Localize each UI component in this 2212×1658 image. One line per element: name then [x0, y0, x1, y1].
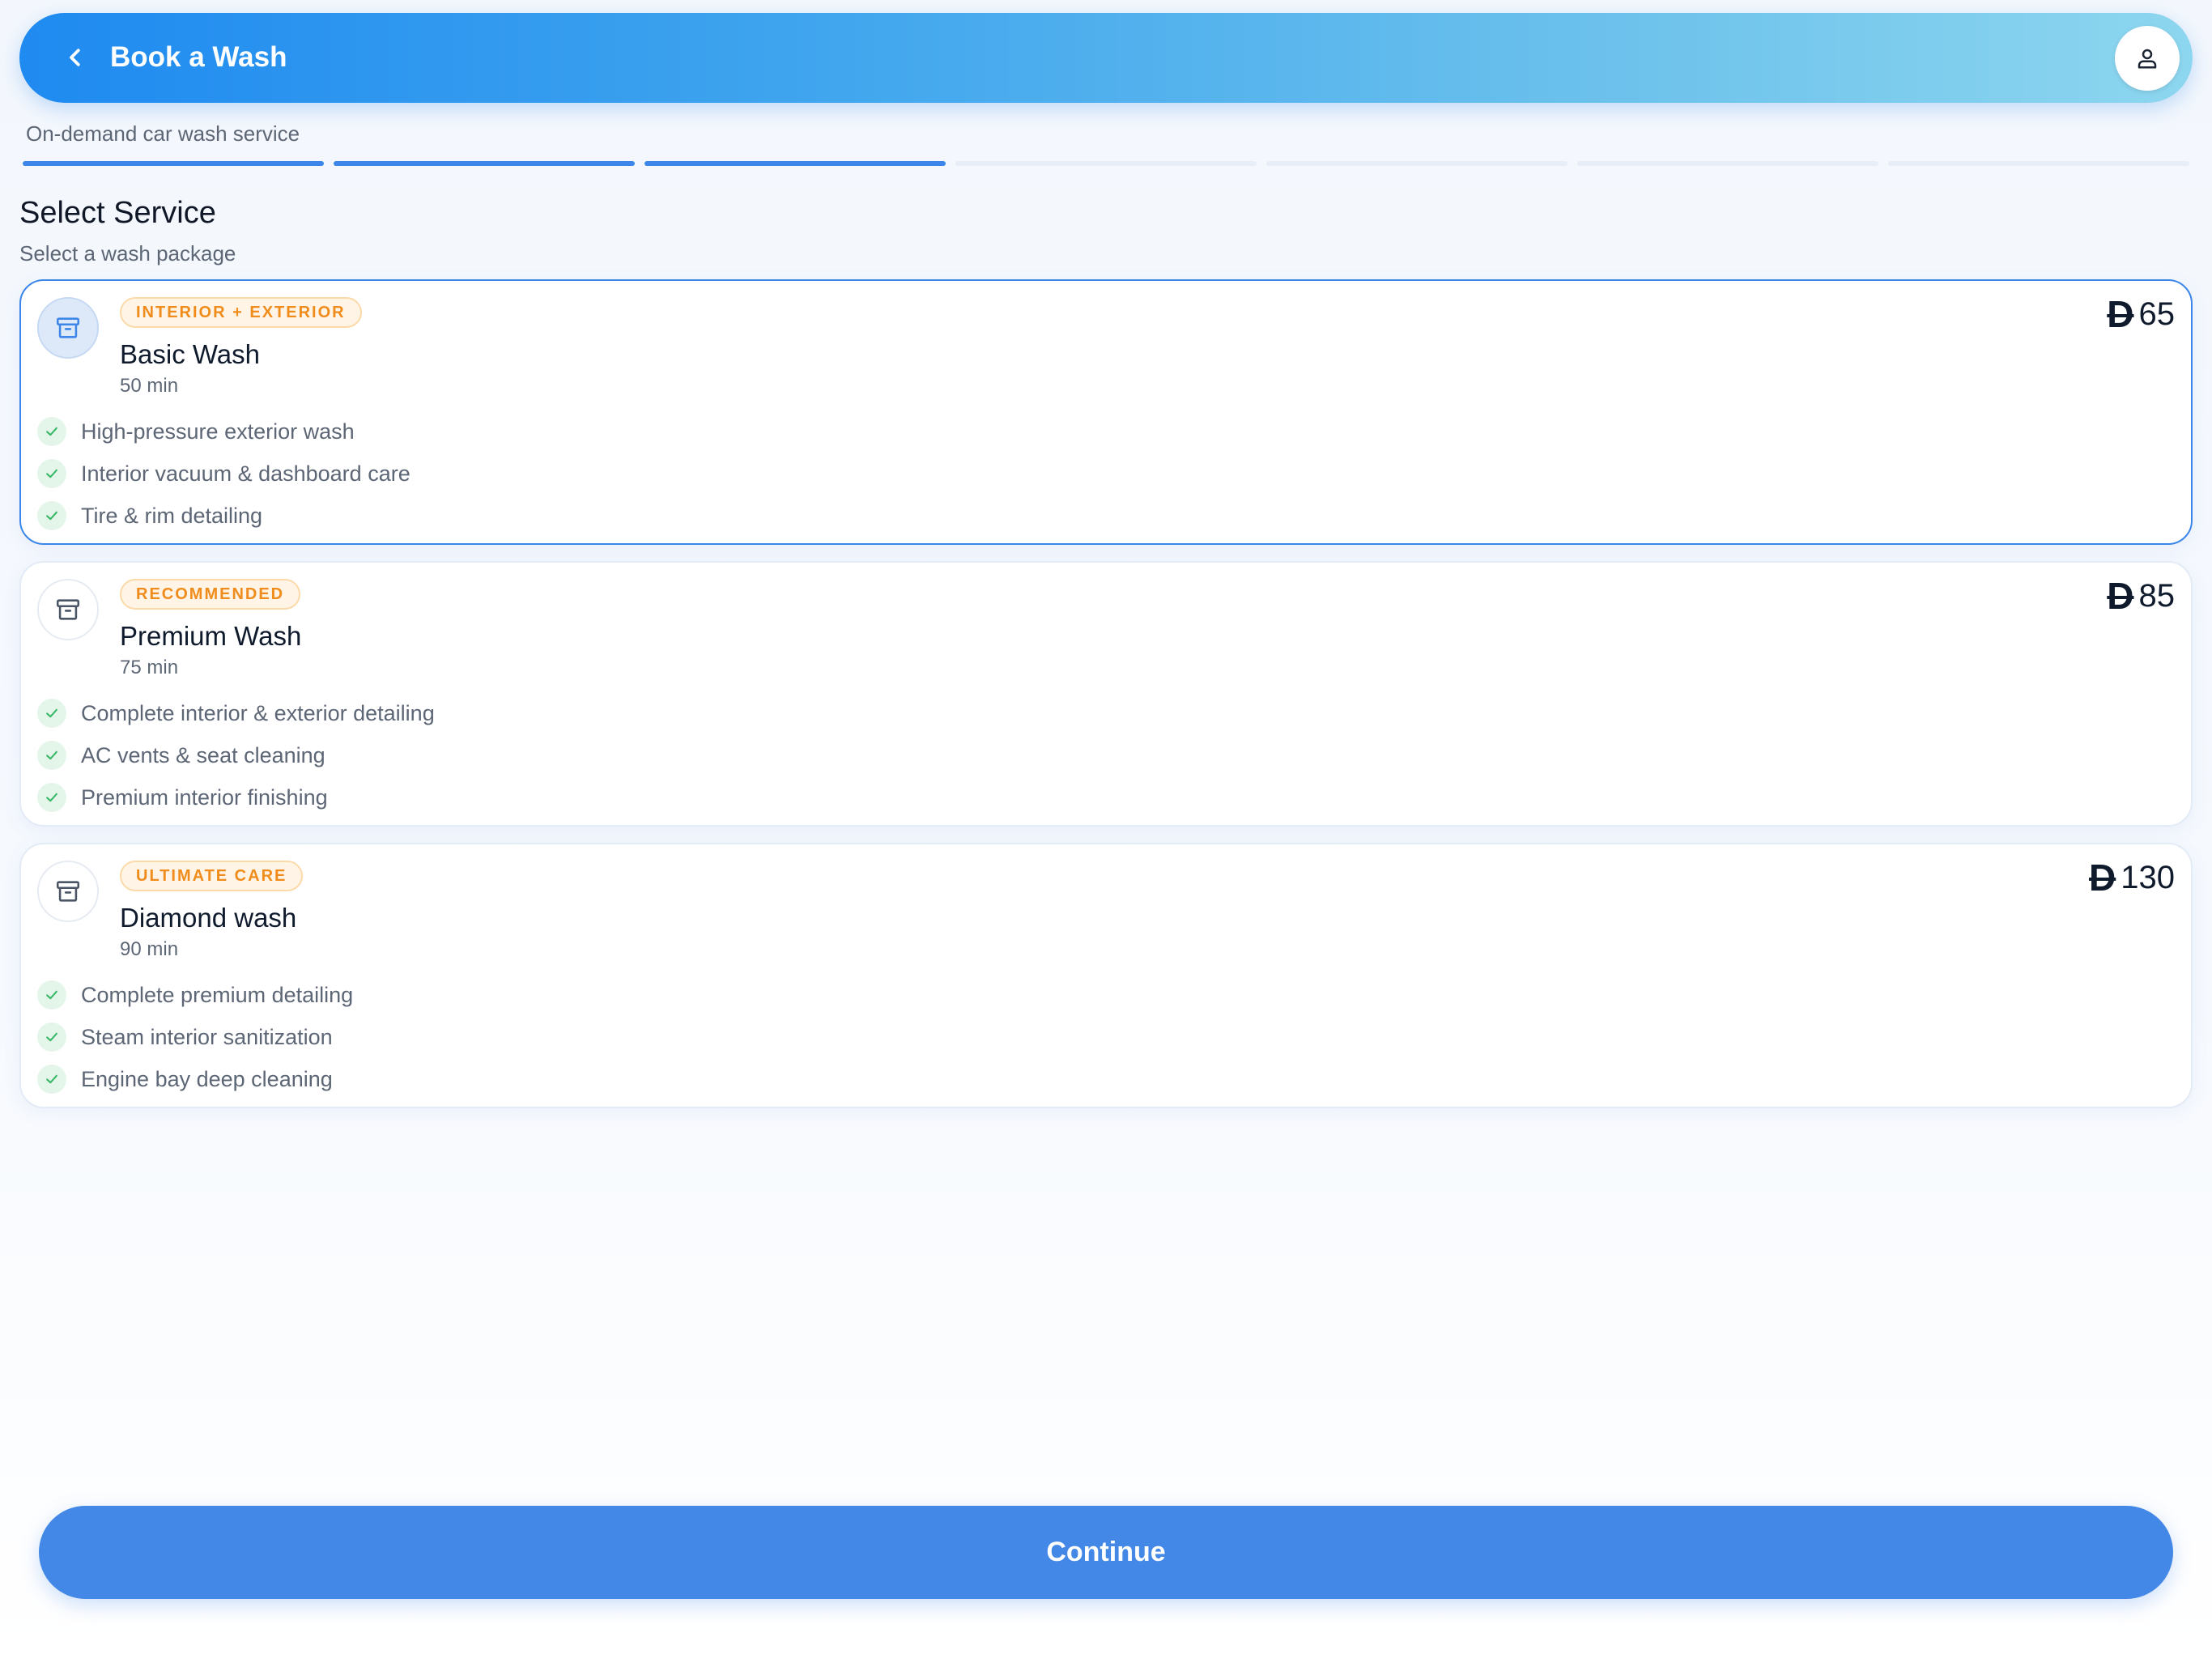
service-name: Diamond wash	[120, 903, 297, 933]
progress-step	[1888, 161, 2189, 166]
feature-item: High-pressure exterior wash	[37, 410, 410, 453]
feature-text: Engine bay deep cleaning	[81, 1066, 333, 1091]
feature-text: AC vents & seat cleaning	[81, 742, 325, 767]
feature-item: Premium interior finishing	[37, 776, 435, 818]
back-button[interactable]	[55, 37, 96, 78]
service-duration: 90 min	[120, 938, 179, 960]
feature-text: Interior vacuum & dashboard care	[81, 461, 410, 486]
progress-step	[23, 161, 324, 166]
service-duration: 75 min	[120, 657, 179, 678]
feature-list: High-pressure exterior wash Interior vac…	[37, 410, 410, 537]
check-icon	[37, 783, 66, 812]
feature-text: Tire & rim detailing	[81, 503, 263, 528]
service-card-diamond-wash[interactable]: ULTIMATE CARE Diamond wash 90 min D 130 …	[19, 843, 2193, 1108]
check-icon	[37, 699, 66, 728]
feature-item: Engine bay deep cleaning	[37, 1058, 353, 1100]
section-title: Select Service	[19, 196, 216, 230]
currency-symbol: D	[2089, 857, 2116, 899]
header-subtitle: On-demand car wash service	[26, 121, 300, 146]
chevron-left-icon	[70, 49, 80, 66]
check-icon	[37, 741, 66, 770]
service-icon-wrapper	[37, 861, 99, 922]
progress-step	[955, 161, 1257, 166]
check-icon	[37, 1022, 66, 1052]
feature-text: High-pressure exterior wash	[81, 419, 355, 444]
service-badge: INTERIOR + EXTERIOR	[120, 297, 362, 328]
archive-box-icon	[56, 317, 80, 338]
price-amount: 130	[2121, 859, 2175, 895]
price-amount: 65	[2138, 295, 2176, 332]
currency-symbol: D	[2107, 293, 2134, 335]
service-badge: ULTIMATE CARE	[120, 861, 304, 891]
check-icon	[37, 501, 66, 530]
price-amount: 85	[2138, 577, 2176, 614]
service-price: D 85	[2107, 574, 2175, 618]
continue-button[interactable]: Continue	[39, 1506, 2173, 1599]
check-icon	[37, 459, 66, 488]
feature-item: Tire & rim detailing	[37, 495, 410, 537]
service-name: Premium Wash	[120, 621, 302, 651]
page-title: Book a Wash	[110, 41, 287, 73]
feature-list: Complete interior & exterior detailing A…	[37, 692, 435, 818]
feature-item: Complete interior & exterior detailing	[37, 692, 435, 734]
check-icon	[37, 417, 66, 446]
service-duration: 50 min	[120, 375, 179, 397]
service-icon-wrapper	[37, 297, 99, 359]
user-icon	[2138, 49, 2157, 69]
feature-text: Premium interior finishing	[81, 784, 328, 810]
profile-button[interactable]	[2115, 26, 2180, 91]
service-badge: RECOMMENDED	[120, 579, 301, 610]
service-card-premium-wash[interactable]: RECOMMENDED Premium Wash 75 min D 85 Com…	[19, 561, 2193, 827]
archive-box-icon	[56, 881, 80, 902]
feature-item: Steam interior sanitization	[37, 1016, 353, 1058]
feature-text: Steam interior sanitization	[81, 1024, 333, 1049]
service-name: Basic Wash	[120, 339, 260, 369]
step-progress-bar	[23, 161, 2189, 166]
service-card-basic-wash[interactable]: INTERIOR + EXTERIOR Basic Wash 50 min D …	[19, 279, 2193, 545]
feature-item: Complete premium detailing	[37, 974, 353, 1016]
service-price: D 65	[2107, 292, 2175, 336]
feature-text: Complete premium detailing	[81, 982, 354, 1007]
feature-text: Complete interior & exterior detailing	[81, 700, 435, 725]
archive-box-icon	[56, 599, 80, 620]
service-price: D 130	[2089, 856, 2175, 899]
app-header: Book a Wash	[19, 13, 2193, 103]
feature-item: Interior vacuum & dashboard care	[37, 453, 410, 495]
section-subtitle: Select a wash package	[19, 241, 236, 266]
progress-step	[644, 161, 946, 166]
progress-step	[1266, 161, 1568, 166]
check-icon	[37, 980, 66, 1010]
feature-item: AC vents & seat cleaning	[37, 734, 435, 776]
service-icon-wrapper	[37, 579, 99, 640]
progress-step	[334, 161, 635, 166]
check-icon	[37, 1065, 66, 1094]
currency-symbol: D	[2107, 575, 2134, 617]
feature-list: Complete premium detailing Steam interio…	[37, 974, 353, 1100]
progress-step	[1577, 161, 1878, 166]
